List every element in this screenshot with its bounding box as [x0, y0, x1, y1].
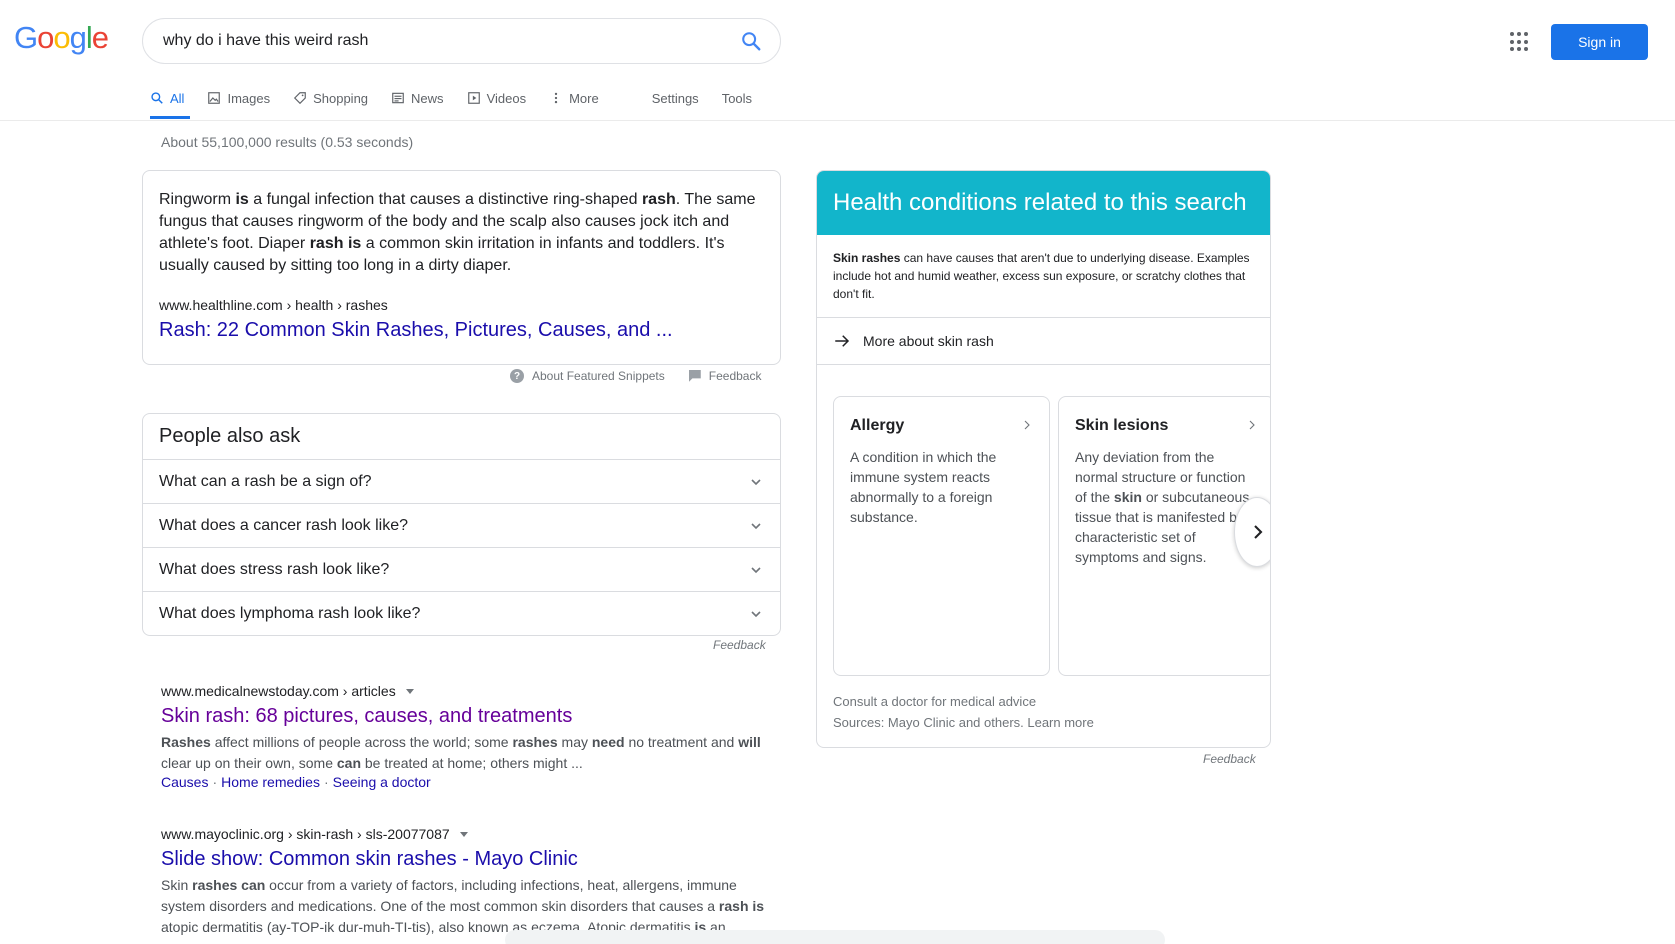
chevron-down-icon — [751, 522, 761, 529]
tab-news[interactable]: News — [391, 82, 444, 114]
snippet-feedback-link[interactable]: Feedback — [688, 369, 762, 383]
logo-letter: e — [91, 20, 109, 55]
sitelink[interactable]: Home remedies — [221, 774, 320, 790]
logo-letter: o — [37, 20, 54, 55]
more-about-label: More about skin rash — [863, 333, 994, 349]
more-about-link[interactable]: More about skin rash — [817, 318, 1270, 365]
header-divider — [0, 120, 1675, 121]
logo-letter: o — [53, 20, 70, 55]
search-result: www.mayoclinic.org › skin-rash › sls-200… — [161, 826, 781, 938]
search-box[interactable]: why do i have this weird rash — [142, 18, 781, 64]
paa-question[interactable]: What does a cancer rash look like? — [143, 503, 780, 547]
tab-all[interactable]: All — [150, 82, 191, 119]
consult-text: Consult a doctor for medical advice — [833, 694, 1037, 709]
chevron-right-icon — [1024, 420, 1030, 430]
paa-question-text: What does lymphoma rash look like? — [159, 604, 421, 622]
sitelink[interactable]: Seeing a doctor — [333, 774, 431, 790]
kp-title: Health conditions related to this search — [817, 171, 1270, 235]
search-icon[interactable] — [740, 30, 762, 52]
kp-feedback-link[interactable]: Feedback — [1203, 752, 1256, 766]
help-icon: ? — [510, 369, 524, 383]
paa-question-text: What can a rash be a sign of? — [159, 472, 372, 490]
snippet-title-link[interactable]: Rash: 22 Common Skin Rashes, Pictures, C… — [159, 319, 764, 342]
tab-label: Images — [227, 90, 271, 106]
tab-shopping[interactable]: Shopping — [293, 82, 368, 114]
feedback-icon — [688, 370, 701, 382]
result-cite: www.mayoclinic.org › skin-rash › sls-200… — [161, 826, 781, 842]
paa-feedback-link[interactable]: Feedback — [713, 638, 766, 652]
tab-images[interactable]: Images — [207, 82, 270, 114]
bottom-overlay-bar — [505, 930, 1165, 944]
tab-videos[interactable]: Videos — [467, 82, 527, 114]
tab-label: Tools — [721, 90, 753, 106]
tag-icon — [294, 92, 306, 105]
arrow-right-icon — [835, 335, 850, 347]
tab-more[interactable]: More — [549, 82, 599, 114]
people-also-ask: People also ask What can a rash be a sig… — [142, 413, 781, 636]
result-cite: www.medicalnewstoday.com › articles — [161, 683, 781, 699]
snippet-text: Ringworm is a fungal infection that caus… — [159, 191, 756, 274]
paa-question[interactable]: What does stress rash look like? — [143, 547, 780, 591]
caret-down-icon[interactable] — [405, 688, 414, 694]
feedback-label: Feedback — [708, 369, 762, 383]
caret-down-icon[interactable] — [459, 831, 468, 837]
chevron-right-icon — [1254, 525, 1263, 539]
condition-name: Allergy — [850, 417, 905, 434]
condition-cards: Allergy A condition in which the immune … — [833, 396, 1270, 676]
chevron-right-icon — [1249, 420, 1255, 430]
condition-name: Skin lesions — [1075, 417, 1169, 434]
google-logo[interactable]: Google — [14, 20, 109, 56]
result-snippet: Skin rashes can occur from a variety of … — [161, 877, 765, 935]
tab-label: Settings — [651, 90, 699, 106]
tab-label: All — [170, 90, 185, 106]
condition-desc: Any deviation from the normal structure … — [1075, 449, 1256, 565]
snippet-cite: www.healthline.com › health › rashes — [159, 297, 388, 313]
result-snippet: Rashes affect millions of people across … — [161, 734, 761, 771]
tab-settings[interactable]: Settings — [652, 82, 699, 114]
tab-tools[interactable]: Tools — [722, 82, 752, 114]
news-icon — [392, 92, 404, 104]
result-title-link[interactable]: Skin rash: 68 pictures, causes, and trea… — [161, 705, 781, 728]
result-stats: About 55,100,000 results (0.53 seconds) — [161, 134, 414, 150]
apps-grid-icon[interactable] — [1510, 32, 1530, 52]
about-featured-snippets-link[interactable]: ? About Featured Snippets — [510, 369, 665, 383]
paa-question-text: What does a cancer rash look like? — [159, 516, 409, 534]
tab-label: News — [411, 90, 444, 106]
condition-card-allergy[interactable]: Allergy A condition in which the immune … — [833, 396, 1050, 676]
sitelink[interactable]: Causes — [161, 774, 208, 790]
snippet-footer: ? About Featured Snippets Feedback — [510, 369, 761, 383]
health-knowledge-panel: Health conditions related to this search… — [816, 170, 1271, 748]
logo-letter: g — [69, 20, 87, 55]
chevron-down-icon — [751, 566, 761, 573]
chevron-down-icon — [751, 478, 761, 485]
result-title-link[interactable]: Slide show: Common skin rashes - Mayo Cl… — [161, 848, 781, 871]
chevron-down-icon — [751, 610, 761, 617]
condition-desc: A condition in which the immune system r… — [850, 449, 997, 525]
tab-label: Shopping — [313, 90, 369, 106]
about-snippets-label: About Featured Snippets — [532, 369, 665, 383]
tab-label: Videos — [486, 90, 527, 106]
paa-question[interactable]: What does lymphoma rash look like? — [143, 591, 780, 635]
featured-snippet: Ringworm is a fungal infection that caus… — [142, 170, 781, 365]
image-icon — [208, 92, 221, 104]
paa-title: People also ask — [159, 425, 301, 447]
result-url: www.medicalnewstoday.com › articles — [161, 683, 396, 699]
search-result: www.medicalnewstoday.com › articles Skin… — [161, 683, 781, 790]
kp-description: Skin rashes can have causes that aren't … — [817, 235, 1270, 318]
search-icon — [151, 92, 163, 104]
sitelinks: Causes · Home remedies · Seeing a doctor — [161, 774, 431, 790]
logo-letter: G — [14, 20, 38, 55]
paa-question[interactable]: What can a rash be a sign of? — [143, 459, 780, 503]
sign-in-button[interactable]: Sign in — [1551, 24, 1648, 60]
video-icon — [467, 92, 480, 104]
kp-footer: Consult a doctor for medical advice Sour… — [833, 691, 1094, 733]
search-input[interactable]: why do i have this weird rash — [163, 32, 740, 50]
result-url: www.mayoclinic.org › skin-rash › sls-200… — [161, 826, 450, 842]
more-vert-icon — [554, 92, 558, 104]
sources-text[interactable]: Sources: Mayo Clinic and others. Learn m… — [833, 712, 1094, 733]
search-tabs: All Images Shopping News Videos More Set… — [150, 82, 775, 120]
tab-label: More — [569, 90, 599, 106]
paa-question-text: What does stress rash look like? — [159, 560, 390, 578]
